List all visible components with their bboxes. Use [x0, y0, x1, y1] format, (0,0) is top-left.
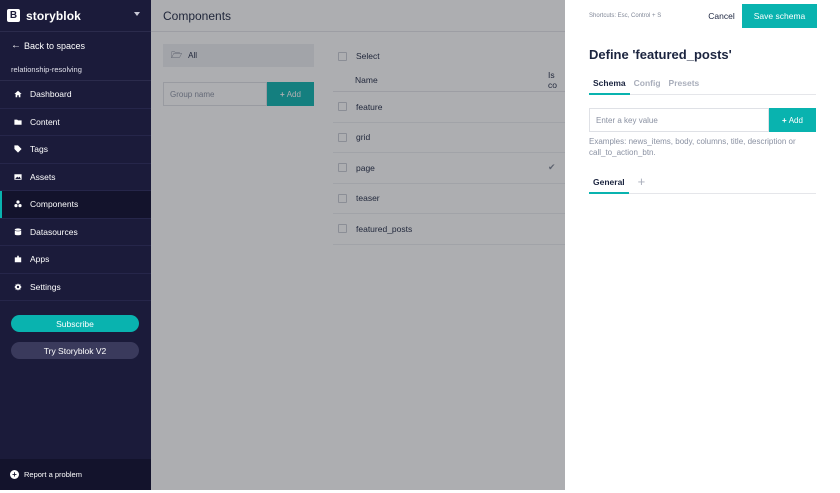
storyblok-logo-icon: B	[7, 9, 20, 22]
space-name: relationship-resolving	[0, 59, 151, 81]
back-to-spaces-label: Back to spaces	[24, 40, 86, 51]
add-tab-plus-icon[interactable]: +	[638, 173, 646, 189]
tab-presets[interactable]: Presets	[665, 73, 704, 95]
schema-panel: Shortcuts: Esc, Control + S Cancel Save …	[565, 0, 840, 490]
sidebar-item-tags[interactable]: Tags	[0, 136, 151, 164]
sidebar-item-label: Apps	[30, 254, 50, 265]
sidebar-item-apps[interactable]: Apps	[0, 246, 151, 274]
sidebar: B storyblok ← Back to spaces relationshi…	[0, 0, 151, 490]
cancel-button[interactable]: Cancel	[708, 8, 735, 24]
folder-icon	[13, 117, 22, 126]
sidebar-item-settings[interactable]: Settings	[0, 274, 151, 301]
add-key-button[interactable]: + Add	[769, 108, 816, 132]
sidebar-item-label: Dashboard	[30, 89, 72, 100]
add-key-label: Add	[788, 115, 803, 125]
components-icon	[13, 200, 22, 209]
home-icon	[13, 90, 22, 99]
subtab-general[interactable]: General	[589, 173, 629, 194]
back-to-spaces-link[interactable]: ← Back to spaces	[0, 32, 151, 59]
sidebar-item-label: Settings	[30, 281, 61, 292]
subscribe-button[interactable]: Subscribe	[11, 315, 139, 332]
sidebar-item-label: Content	[30, 116, 60, 127]
sidebar-item-label: Components	[30, 199, 79, 210]
sidebar-item-label: Datasources	[30, 226, 78, 237]
report-problem-link[interactable]: + Report a problem	[0, 459, 151, 490]
panel-tabs: Schema Config Presets	[589, 73, 816, 95]
image-icon	[13, 172, 22, 181]
try-v2-button[interactable]: Try Storyblok V2	[11, 342, 139, 359]
database-icon	[13, 227, 22, 236]
modal-backdrop[interactable]	[151, 0, 565, 490]
arrow-left-icon: ←	[11, 40, 21, 51]
examples-hint: Examples: news_items, body, columns, tit…	[589, 137, 796, 157]
panel-title: Define 'featured_posts'	[589, 47, 732, 62]
sidebar-item-datasources[interactable]: Datasources	[0, 219, 151, 246]
save-schema-button[interactable]: Save schema	[742, 4, 817, 28]
brand-name: storyblok	[26, 8, 81, 23]
key-value-input[interactable]: Enter a key value	[589, 108, 769, 132]
tag-icon	[13, 145, 22, 154]
sidebar-item-dashboard[interactable]: Dashboard	[0, 81, 151, 109]
report-problem-label: Report a problem	[24, 470, 82, 479]
brand-switcher[interactable]: B storyblok	[0, 0, 151, 32]
gear-icon	[13, 282, 22, 291]
sidebar-item-label: Assets	[30, 171, 56, 182]
chevron-down-icon[interactable]	[134, 12, 140, 16]
shortcuts-hint: Shortcuts: Esc, Control + S	[589, 13, 662, 19]
sidebar-item-assets[interactable]: Assets	[0, 164, 151, 191]
schema-subtabs: General +	[589, 173, 816, 194]
tab-config[interactable]: Config	[630, 73, 665, 95]
puzzle-icon	[13, 255, 22, 264]
plus-circle-icon: +	[10, 470, 19, 479]
sidebar-item-label: Tags	[30, 144, 48, 155]
sidebar-item-content[interactable]: Content	[0, 109, 151, 136]
sidebar-item-components[interactable]: Components	[0, 191, 151, 219]
tab-schema[interactable]: Schema	[589, 73, 630, 95]
plus-icon: +	[782, 115, 787, 125]
